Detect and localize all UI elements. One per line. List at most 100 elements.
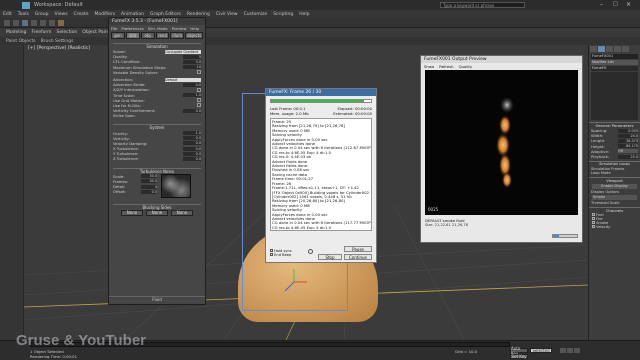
ribbon-tab-modeling[interactable]: Modeling	[6, 30, 26, 35]
continue-button[interactable]: Continue	[344, 254, 372, 260]
menu-item-scripting[interactable]: Scripting	[273, 12, 293, 17]
modifier-stack-item[interactable]: FumeFX	[591, 66, 638, 71]
tab-rend[interactable]: rend	[155, 32, 170, 39]
adaptive-dropdown[interactable]: Off	[618, 149, 638, 154]
modifier-stack-list[interactable]	[591, 72, 638, 120]
menu-item-views[interactable]: Views	[55, 12, 68, 17]
tab-illum[interactable]: illum	[170, 32, 185, 39]
grid-motion-checkbox[interactable]	[197, 98, 201, 103]
play-icon[interactable]	[560, 348, 566, 353]
tab-gen[interactable]: gen	[111, 32, 125, 39]
rp-section-general[interactable]: General Parameters	[589, 122, 640, 128]
turb-frames-spinner[interactable]: 30.0	[141, 179, 157, 184]
blocking-x-button[interactable]: None	[121, 209, 143, 216]
settings-menu-preferences[interactable]: Preferences	[121, 26, 143, 31]
settings-menu-sim-mode[interactable]: Sim. Mode	[148, 26, 168, 31]
hierarchy-tab-icon[interactable]	[606, 46, 613, 52]
advection-dropdown[interactable]: Default	[165, 77, 201, 82]
width-spinner[interactable]: 24.0	[618, 133, 638, 138]
modify-tab-icon[interactable]	[598, 46, 605, 52]
output-menu-refresh[interactable]: Refresh	[439, 64, 453, 69]
turb-scale-spinner[interactable]: 30.0	[141, 174, 157, 179]
menu-item-edit[interactable]: Edit	[3, 12, 12, 17]
height-spinner[interactable]: 84.175	[618, 144, 638, 149]
redo-icon[interactable]	[13, 20, 19, 26]
turb-offset-spinner[interactable]: 0.0	[141, 189, 157, 194]
smoke-dropdown[interactable]: Smoke	[592, 195, 637, 201]
gravity-spinner[interactable]: 1.0	[183, 131, 201, 136]
menu-item-create[interactable]: Create	[74, 12, 89, 17]
move-icon[interactable]	[31, 20, 37, 26]
rp-section-viewport[interactable]: Viewport	[589, 177, 640, 183]
menu-item-tools[interactable]: Tools	[18, 12, 29, 17]
pause-button[interactable]: Pause	[344, 246, 372, 252]
rotate-icon[interactable]	[40, 20, 46, 26]
ribbon-tab-freeform[interactable]: Freeform	[31, 30, 51, 35]
vorticity-confinement-spinner[interactable]: 0.0	[183, 108, 201, 113]
transform-gizmo-icon[interactable]	[279, 267, 309, 297]
settings-menu-preview[interactable]: Preview	[172, 26, 187, 31]
object-name-field[interactable]: FumeFX001	[591, 54, 638, 59]
output-render-canvas[interactable]: 0025	[425, 70, 578, 215]
z-turbulence-spinner[interactable]: 0.0	[183, 156, 201, 161]
maximize-button[interactable]: □	[613, 1, 618, 7]
modifier-list-dropdown[interactable]: Modifier List	[591, 60, 638, 65]
hold-sync-checkbox[interactable]	[270, 249, 273, 252]
menu-item-rendering[interactable]: Rendering	[187, 12, 210, 17]
settings-menu-help[interactable]: Help	[190, 26, 199, 31]
solver-dropdown[interactable]: Conjugate Gradient	[165, 49, 201, 54]
tab-sim[interactable]: sim	[125, 32, 140, 39]
fire-checkbox[interactable]	[592, 217, 595, 221]
fuel-checkbox[interactable]	[592, 213, 595, 217]
menu-item-modifiers[interactable]: Modifiers	[95, 12, 116, 17]
ribbon-tab-object-paint[interactable]: Object Paint	[82, 30, 109, 35]
output-menu-show[interactable]: Show	[424, 64, 434, 69]
tab-objects[interactable]: objects	[185, 32, 204, 39]
blocking-z-button[interactable]: None	[171, 209, 193, 216]
close-button[interactable]: ×	[626, 1, 631, 8]
blocking-y-button[interactable]: None	[146, 209, 168, 216]
menu-item-graph-editors[interactable]: Graph Editors	[150, 12, 181, 17]
minimize-button[interactable]: –	[600, 1, 603, 8]
menu-item-group[interactable]: Group	[35, 12, 49, 17]
menu-item-animation[interactable]: Animation	[121, 12, 144, 17]
y-turbulence-spinner[interactable]: 0.0	[183, 151, 201, 156]
x-turbulence-spinner[interactable]: 0.0	[183, 146, 201, 151]
ribbon-tab-selection[interactable]: Selection	[57, 30, 78, 35]
cfl-spinner[interactable]: 3.0	[183, 59, 201, 64]
stop-button[interactable]: Stop	[318, 254, 342, 260]
output-menu-quality[interactable]: Quality	[459, 64, 473, 69]
brush-settings-tab[interactable]: Brush Settings	[41, 39, 74, 44]
motion-tab-icon[interactable]	[614, 46, 621, 52]
viewport-label[interactable]: [+] [Perspective] [Realistic]	[28, 46, 90, 51]
time-scale-spinner[interactable]: 1.0	[183, 93, 201, 98]
velocity-damping-spinner[interactable]: 0.0	[183, 141, 201, 146]
variable-density-checkbox[interactable]	[197, 70, 201, 75]
settings-menu-file[interactable]: File	[111, 26, 117, 31]
scale-icon[interactable]	[49, 20, 55, 26]
paint-objects-tab[interactable]: Paint Objects	[6, 39, 36, 44]
prev-frame-icon[interactable]	[567, 348, 573, 353]
quality-spinner[interactable]: 5	[183, 54, 201, 59]
settings-gear-icon[interactable]	[308, 249, 313, 254]
select-icon[interactable]	[22, 20, 28, 26]
undo-icon[interactable]	[4, 20, 10, 26]
create-tab-icon[interactable]	[590, 46, 597, 52]
velocity-checkbox[interactable]	[592, 225, 595, 229]
set-key-button[interactable]: Set Key	[510, 354, 528, 359]
ngits-checkbox[interactable]	[197, 103, 201, 108]
turb-detail-spinner[interactable]: 4	[141, 184, 157, 189]
next-frame-icon[interactable]	[574, 348, 580, 353]
advection-stride-spinner[interactable]: 4.0	[183, 82, 201, 87]
menu-item-civil-view[interactable]: Civil View	[216, 12, 238, 17]
selected-dropdown[interactable]: Selected	[530, 348, 552, 353]
simulation-log[interactable]: Frame: 25 Resizing from [21,26,79] to [21…	[270, 118, 372, 231]
end-beep-checkbox[interactable]	[270, 253, 273, 256]
length-spinner[interactable]: 28.373	[618, 138, 638, 143]
spacing-spinner[interactable]: 0.055	[618, 128, 638, 133]
playback-spinner[interactable]: 25.0	[618, 154, 638, 159]
smoke-checkbox[interactable]	[592, 221, 595, 225]
menu-item-customize[interactable]: Customize	[244, 12, 268, 17]
max-steps-spinner[interactable]: 10	[183, 65, 201, 70]
fluid-rollout-label[interactable]: Fluid	[109, 296, 205, 302]
